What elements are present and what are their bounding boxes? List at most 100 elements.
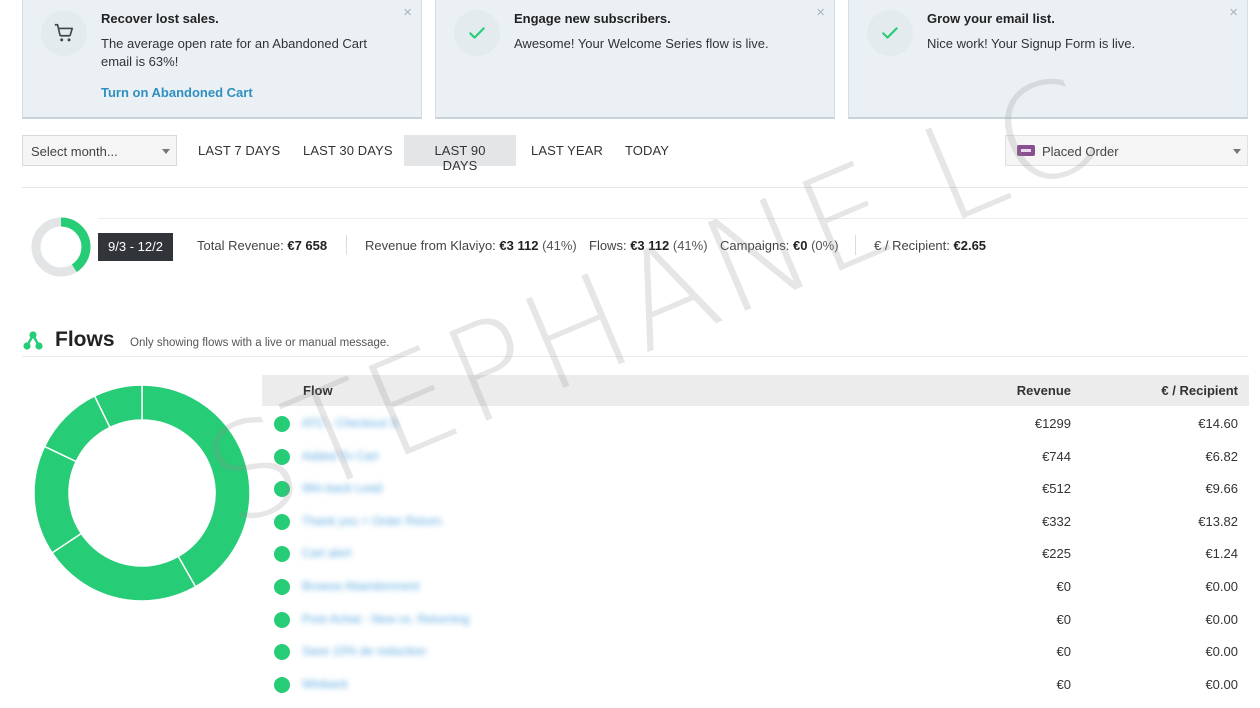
- flow-per-recipient: €0.00: [1205, 578, 1238, 594]
- close-icon[interactable]: ×: [816, 4, 825, 21]
- chevron-down-icon: [162, 149, 170, 154]
- card-text: The average open rate for an Abandoned C…: [101, 36, 367, 69]
- revenue-share-donut: [31, 217, 91, 277]
- range-today[interactable]: TODAY: [613, 135, 681, 166]
- column-header-revenue[interactable]: Revenue: [1017, 383, 1071, 398]
- status-dot-icon: [274, 481, 290, 498]
- flows-revenue-stat: Flows: €3 112 (41%): [589, 238, 708, 253]
- flows-table: Flow Revenue € / Recipient ATC - Checkou…: [262, 375, 1249, 699]
- card-text: Nice work! Your Signup Form is live.: [927, 36, 1136, 51]
- metric-dropdown[interactable]: Placed Order: [1005, 135, 1248, 166]
- onboarding-cards: Recover lost sales. The average open rat…: [22, 0, 1248, 120]
- card-title: Recover lost sales.: [101, 11, 219, 26]
- divider: [22, 356, 1248, 357]
- flow-name-link[interactable]: Post-Achat - New vs. Returning: [302, 612, 469, 626]
- flow-name-link[interactable]: ATC - Checkout S: [302, 416, 398, 430]
- status-dot-icon: [274, 513, 290, 530]
- table-row: Winback €0 €0.00: [262, 667, 1249, 700]
- flow-name-link[interactable]: Browse Abandonment: [302, 579, 419, 593]
- flow-name-link[interactable]: Win-back Lead: [302, 481, 382, 495]
- flows-revenue-donut: [33, 384, 251, 602]
- flow-name-link[interactable]: Thank you + Order Return: [302, 514, 442, 528]
- card-title: Grow your email list.: [927, 11, 1055, 26]
- flow-per-recipient: €14.60: [1198, 416, 1238, 431]
- stat-value: €3 112: [499, 238, 539, 253]
- stat-label: Campaigns:: [720, 238, 790, 253]
- flow-per-recipient: €0.00: [1205, 644, 1238, 660]
- card-recover-lost-sales: Recover lost sales. The average open rat…: [22, 0, 422, 119]
- chevron-down-icon: [1233, 149, 1241, 154]
- stat-label: Flows:: [589, 238, 627, 253]
- card-engage-subscribers: Engage new subscribers. Awesome! Your We…: [435, 0, 835, 119]
- stat-label: Revenue from Klaviyo:: [365, 238, 496, 253]
- flows-section-header: Flows Only showing flows with a live or …: [22, 326, 1248, 358]
- status-dot-icon: [274, 676, 290, 693]
- flow-per-recipient: €0.00: [1205, 611, 1238, 627]
- table-row: Thank you + Order Return €332 €13.82: [262, 504, 1249, 537]
- checkmark-icon: [454, 10, 500, 56]
- table-row: Added To Cart €744 €6.82: [262, 439, 1249, 472]
- flow-revenue: €225: [1042, 546, 1071, 562]
- total-revenue-stat: Total Revenue: €7 658: [197, 238, 327, 253]
- flow-revenue: €332: [1042, 513, 1071, 529]
- flow-revenue: €0: [1056, 611, 1071, 627]
- flow-revenue: €512: [1042, 481, 1071, 497]
- flow-icon: [23, 331, 43, 350]
- flow-revenue: €0: [1056, 578, 1071, 594]
- card-grow-email-list: Grow your email list. Nice work! Your Si…: [848, 0, 1248, 119]
- flow-revenue: €0: [1056, 676, 1071, 692]
- stat-percent: (41%): [542, 238, 577, 253]
- stat-label: € / Recipient:: [874, 238, 950, 253]
- card-text: Awesome! Your Welcome Series flow is liv…: [514, 36, 769, 51]
- range-last-7-days[interactable]: LAST 7 DAYS: [186, 135, 292, 166]
- table-row: Cart alert €225 €1.24: [262, 536, 1249, 569]
- date-filter-bar: Select month... LAST 7 DAYS LAST 30 DAYS…: [22, 134, 1248, 173]
- close-icon[interactable]: ×: [1229, 4, 1238, 21]
- flow-name-link[interactable]: Cart alert: [302, 546, 351, 560]
- flow-name-link[interactable]: Save 10% de reduction: [302, 644, 426, 658]
- stat-value: €7 658: [287, 238, 328, 253]
- column-header-flow[interactable]: Flow: [303, 383, 333, 398]
- donut-slice[interactable]: [141, 384, 251, 588]
- flow-name-link[interactable]: Winback: [302, 677, 348, 691]
- table-header: Flow Revenue € / Recipient: [262, 375, 1249, 406]
- cart-icon: [41, 10, 87, 56]
- flow-name-link[interactable]: Added To Cart: [302, 449, 379, 463]
- flow-revenue: €0: [1056, 644, 1071, 660]
- status-dot-icon: [274, 416, 290, 432]
- select-month-label: Select month...: [31, 144, 118, 159]
- date-range-badge: 9/3 - 12/2: [98, 233, 173, 261]
- status-dot-icon: [274, 578, 290, 595]
- divider: [22, 187, 1248, 188]
- table-row: Post-Achat - New vs. Returning €0 €0.00: [262, 602, 1249, 635]
- donut-slice[interactable]: [33, 445, 83, 554]
- flow-per-recipient: €9.66: [1205, 481, 1238, 497]
- close-icon[interactable]: ×: [403, 4, 412, 21]
- card-title: Engage new subscribers.: [514, 11, 671, 26]
- flow-per-recipient: €1.24: [1205, 546, 1238, 562]
- stat-value: €3 112: [630, 238, 670, 253]
- status-dot-icon: [274, 448, 290, 465]
- flow-per-recipient: €6.82: [1205, 448, 1238, 464]
- klaviyo-revenue-stat: Revenue from Klaviyo: €3 112 (41%): [365, 238, 577, 253]
- stat-value: €0: [793, 238, 808, 253]
- woocommerce-icon: [1017, 145, 1035, 156]
- table-row: Win-back Lead €512 €9.66: [262, 471, 1249, 504]
- column-header-per-recipient[interactable]: € / Recipient: [1161, 383, 1238, 398]
- donut-slice[interactable]: [51, 532, 197, 602]
- divider: [855, 235, 856, 255]
- checkmark-icon: [867, 10, 913, 56]
- stat-label: Total Revenue:: [197, 238, 284, 253]
- campaigns-revenue-stat: Campaigns: €0 (0%): [720, 238, 839, 253]
- range-last-90-days[interactable]: LAST 90 DAYS: [404, 135, 516, 173]
- turn-on-abandoned-cart-link[interactable]: Turn on Abandoned Cart: [101, 85, 253, 100]
- flow-revenue: €744: [1042, 448, 1071, 464]
- stat-percent: (0%): [811, 238, 839, 253]
- status-dot-icon: [274, 644, 290, 661]
- table-row: Browse Abandonment €0 €0.00: [262, 569, 1249, 602]
- flow-revenue: €1299: [1034, 416, 1071, 431]
- range-last-30-days[interactable]: LAST 30 DAYS: [291, 135, 405, 166]
- range-last-year[interactable]: LAST YEAR: [519, 135, 615, 166]
- table-row: Save 10% de reduction €0 €0.00: [262, 634, 1249, 667]
- select-month-dropdown[interactable]: Select month...: [22, 135, 177, 166]
